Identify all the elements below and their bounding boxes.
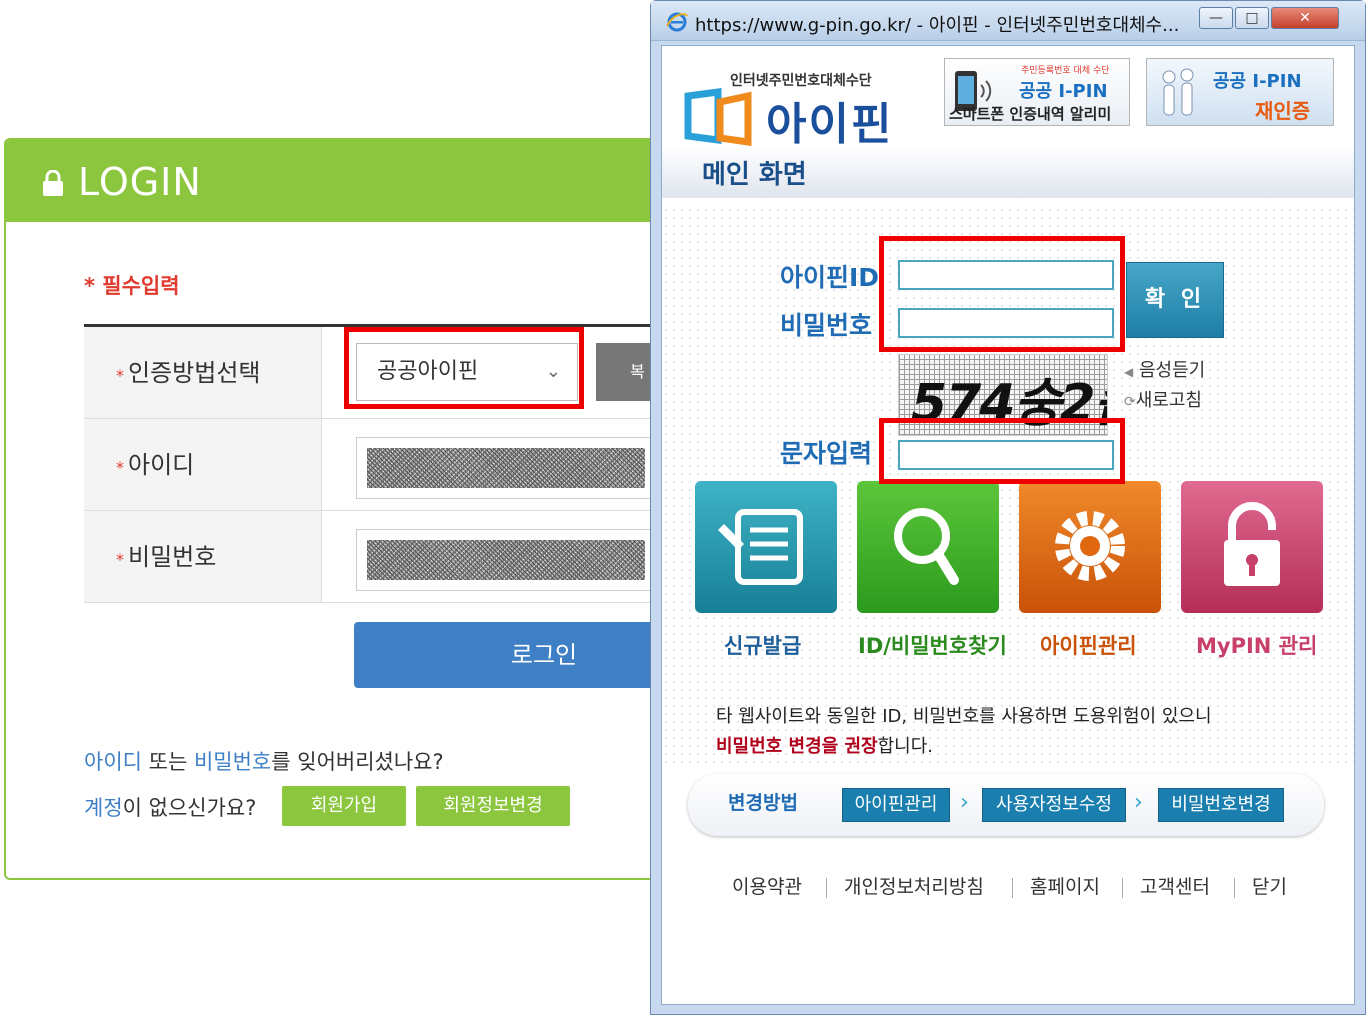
window-title: https://www.g-pin.go.kr/ - 아이핀 - 인터넷주민번호… (695, 15, 1180, 36)
close-window-button[interactable]: ✕ (1271, 7, 1339, 29)
password-row: * 비밀번호 (84, 511, 702, 603)
login-panel: LOGIN * 필수입력 * 인증방법선택 공공아이핀 ⌄ 복 * 아이디 * 비밀번… (4, 138, 704, 880)
step-password-change[interactable]: 비밀번호변경 (1158, 788, 1284, 822)
masked-value (367, 448, 645, 488)
id-label: 아이디 (128, 451, 195, 479)
confirm-button[interactable]: 확 인 (1126, 262, 1224, 338)
chevron-right-icon: › (960, 790, 969, 815)
banner1-title: 공공 I-PIN (1019, 81, 1108, 102)
notice-emphasis: 비밀번호 변경을 권장 (716, 736, 878, 757)
auth-method-label: 인증방법선택 (128, 359, 261, 387)
login-button[interactable]: 로그인 (354, 622, 674, 688)
reauth-banner[interactable]: 공공 I-PIN 재인증 (1146, 58, 1334, 126)
footer-terms-link[interactable]: 이용약관 (732, 872, 802, 899)
step-user-info-edit[interactable]: 사용자정보수정 (982, 788, 1126, 822)
password-input[interactable] (356, 529, 656, 591)
ipin-id-label: 아이핀ID (780, 263, 880, 292)
ipin-logo-icon (684, 88, 752, 146)
required-star: * (116, 366, 124, 385)
required-note: * 필수입력 (84, 274, 180, 298)
banner1-small: 주민등록번호 대체 수단 (1021, 66, 1110, 76)
masked-value (367, 540, 645, 580)
forgot-id-link[interactable]: 아이디 (84, 750, 142, 774)
speaker-icon: ◀ (1124, 365, 1134, 379)
step-ipin-management[interactable]: 아이핀관리 (842, 788, 950, 822)
tile-label-new-issue[interactable]: 신규발급 (724, 630, 801, 660)
window-titlebar: https://www.g-pin.go.kr/ - 아이핀 - 인터넷주민번호… (651, 1, 1365, 41)
refresh-icon: ⟳ (1124, 394, 1136, 410)
ie-browser-icon (666, 12, 688, 32)
required-star: * (116, 458, 124, 477)
password-label: 비밀번호 (128, 543, 217, 571)
change-method-box: 변경방법 아이핀관리 › 사용자정보수정 › 비밀번호변경 (688, 774, 1324, 836)
ipin-popup-window: https://www.g-pin.go.kr/ - 아이핀 - 인터넷주민번호… (650, 0, 1366, 1015)
footer-homepage-link[interactable]: 홈페이지 (1030, 872, 1100, 899)
minimize-button[interactable]: — (1199, 7, 1233, 29)
ipin-logo: 인터넷주민번호대체수단 아이핀 (682, 66, 922, 150)
tile-label-mypin[interactable]: MyPIN 관리 (1196, 630, 1317, 660)
lock-icon (1181, 481, 1323, 613)
section-header: 메인 화면 (662, 146, 1354, 198)
required-star: * (116, 550, 124, 569)
method-title: 변경방법 (728, 792, 798, 814)
gear-icon (1019, 481, 1161, 613)
logo-subtitle: 인터넷주민번호대체수단 (730, 73, 872, 89)
magnifier-icon (857, 481, 999, 613)
tile-label-find[interactable]: ID/비밀번호찾기 (858, 630, 1007, 660)
popup-content: 인터넷주민번호대체수단 아이핀 주민등록번호 대체 수단 공공 I-PIN 스마… (661, 45, 1355, 1005)
forgot-password-link[interactable]: 비밀번호 (194, 750, 271, 774)
document-edit-icon (695, 481, 837, 613)
tile-ipin-management[interactable] (1018, 480, 1162, 614)
security-notice: 타 웹사이트와 동일한 ID, 비밀번호를 사용하면 도용위험이 있으니 비밀번… (716, 706, 1212, 757)
forgot-credentials-text: 아이디 또는 비밀번호를 잊어버리셨나요? (84, 750, 444, 774)
edit-info-button[interactable]: 회원정보변경 (416, 786, 570, 826)
highlight-box (344, 327, 584, 409)
audio-link[interactable]: ◀ 음성듣기 (1124, 356, 1205, 382)
tile-mypin-management[interactable] (1180, 480, 1324, 614)
id-input[interactable] (356, 437, 656, 499)
tile-find-id-password[interactable] (856, 480, 1000, 614)
banner2-subtitle: 재인증 (1255, 99, 1311, 123)
ipin-password-label: 비밀번호 (780, 311, 873, 340)
logo-title: 아이핀 (766, 99, 894, 150)
tile-label-ipin-management[interactable]: 아이핀관리 (1040, 630, 1137, 660)
footer-support-link[interactable]: 고객센터 (1140, 872, 1210, 899)
section-title: 메인 화면 (702, 160, 807, 190)
chevron-right-icon: › (1134, 790, 1143, 815)
highlight-box (879, 418, 1125, 484)
footer-close-link[interactable]: 닫기 (1252, 872, 1287, 899)
signup-button[interactable]: 회원가입 (282, 786, 406, 826)
id-row: * 아이디 (84, 419, 702, 511)
login-title: LOGIN (78, 160, 202, 204)
maximize-button[interactable]: □ (1235, 7, 1269, 29)
tile-new-issue[interactable] (694, 480, 838, 614)
people-icon (1162, 68, 1194, 116)
lock-icon (43, 170, 63, 196)
footer-privacy-link[interactable]: 개인정보처리방침 (844, 872, 984, 899)
login-header: LOGIN (6, 140, 702, 222)
refresh-link[interactable]: ⟳새로고침 (1124, 386, 1202, 412)
banner2-title: 공공 I-PIN (1213, 71, 1302, 92)
banner1-subtitle: 스마트폰 인증내역 알리미 (949, 105, 1112, 123)
no-account-text: 계정이 없으신가요? (84, 796, 257, 820)
smartphone-alert-banner[interactable]: 주민등록번호 대체 수단 공공 I-PIN 스마트폰 인증내역 알리미 (944, 58, 1130, 126)
captcha-label: 문자입력 (780, 439, 873, 468)
highlight-box (879, 236, 1125, 352)
account-link[interactable]: 계정 (84, 796, 123, 820)
